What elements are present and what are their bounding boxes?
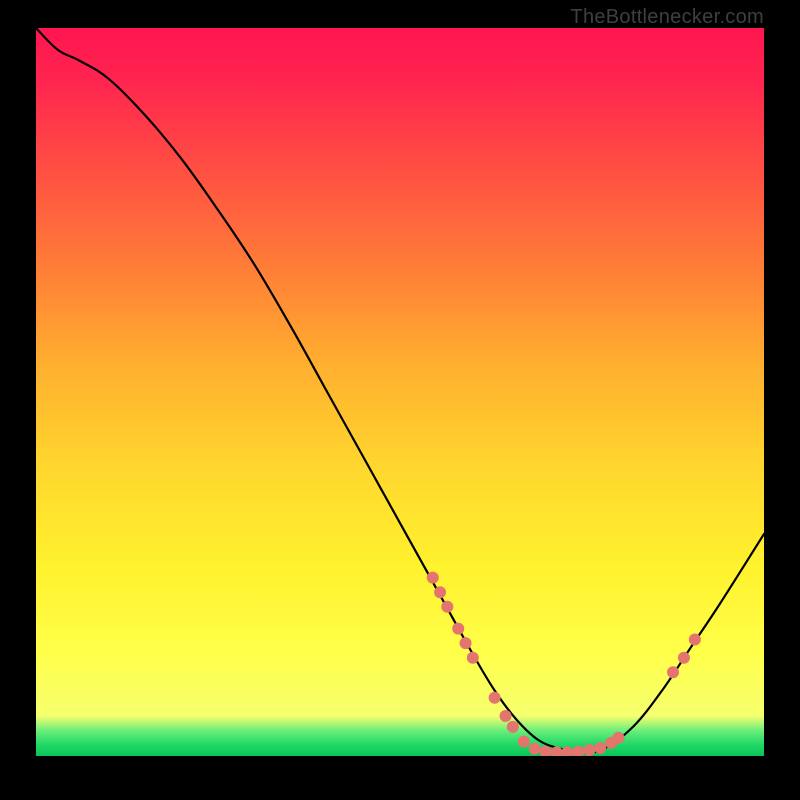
data-marker — [467, 652, 479, 664]
watermark-text: TheBottlenecker.com — [570, 6, 764, 29]
data-marker — [529, 743, 541, 755]
data-marker — [507, 721, 519, 733]
data-marker — [500, 710, 512, 722]
data-marker — [518, 735, 530, 747]
gradient-background — [36, 28, 764, 756]
data-marker — [583, 744, 595, 756]
data-marker — [427, 572, 439, 584]
chart-svg — [36, 28, 764, 756]
data-marker — [689, 634, 701, 646]
data-marker — [434, 586, 446, 598]
data-marker — [667, 666, 679, 678]
data-marker — [612, 732, 624, 744]
data-marker — [489, 692, 501, 704]
data-marker — [460, 637, 472, 649]
data-marker — [452, 623, 464, 635]
plot-area — [36, 28, 764, 756]
data-marker — [441, 601, 453, 613]
data-marker — [678, 652, 690, 664]
chart-container: TheBottlenecker.com — [0, 0, 800, 800]
data-marker — [594, 742, 606, 754]
